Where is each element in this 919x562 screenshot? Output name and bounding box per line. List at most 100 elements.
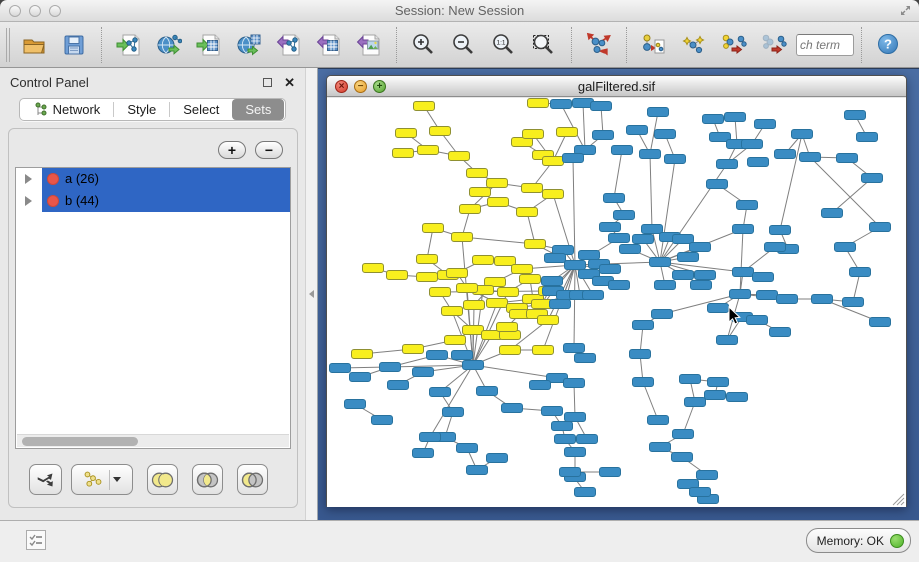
graph-node[interactable] (717, 160, 738, 169)
zoom-in-button[interactable] (404, 26, 444, 64)
graph-node[interactable] (487, 299, 508, 308)
graph-node[interactable] (633, 235, 654, 244)
export-network-button[interactable] (269, 26, 309, 64)
graph-node[interactable] (430, 127, 451, 136)
graph-node[interactable] (497, 323, 518, 332)
graph-node[interactable] (665, 155, 686, 164)
tab-network[interactable]: Network (21, 99, 114, 120)
graph-node[interactable] (502, 404, 523, 413)
graph-node[interactable] (418, 146, 439, 155)
graph-node[interactable] (705, 391, 726, 400)
graph-node[interactable] (633, 321, 654, 330)
graph-node[interactable] (800, 153, 821, 162)
graph-node[interactable] (600, 265, 621, 274)
horizontal-scrollbar[interactable] (17, 434, 289, 447)
graph-node[interactable] (413, 368, 434, 377)
graph-node[interactable] (870, 318, 891, 327)
graph-node[interactable] (792, 130, 813, 139)
union-button[interactable] (147, 464, 178, 495)
graph-node[interactable] (870, 223, 891, 232)
graph-node[interactable] (464, 301, 485, 310)
graph-node[interactable] (388, 381, 409, 390)
create-set-combo-button[interactable] (71, 464, 133, 495)
graph-node[interactable] (609, 281, 630, 290)
graph-node[interactable] (730, 290, 751, 299)
graph-node[interactable] (523, 130, 544, 139)
graph-node[interactable] (380, 363, 401, 372)
graph-node[interactable] (737, 201, 758, 210)
graph-node[interactable] (747, 316, 768, 325)
graph-node[interactable] (655, 281, 676, 290)
apply-layout-button[interactable] (579, 26, 619, 64)
import-network-url-button[interactable] (149, 26, 189, 64)
graph-node[interactable] (443, 408, 464, 417)
graph-node[interactable] (430, 288, 451, 297)
graph-node[interactable] (473, 256, 494, 265)
network-frame-titlebar[interactable]: × − + galFiltered.sif (327, 76, 906, 97)
float-panel-icon[interactable] (263, 78, 272, 87)
select-first-neighbors-button[interactable] (674, 26, 714, 64)
search-input[interactable]: ch term (796, 34, 854, 56)
network-canvas[interactable] (327, 98, 906, 507)
graph-node[interactable] (551, 100, 572, 109)
intersection-button[interactable] (192, 464, 223, 495)
graph-node[interactable] (703, 115, 724, 124)
graph-node[interactable] (717, 336, 738, 345)
graph-node[interactable] (843, 298, 864, 307)
graph-node[interactable] (538, 316, 559, 325)
graph-node[interactable] (733, 268, 754, 277)
graph-node[interactable] (403, 345, 424, 354)
import-network-file-button[interactable] (109, 26, 149, 64)
help-button[interactable]: ? (869, 26, 909, 64)
zoom-out-button[interactable] (444, 26, 484, 64)
graph-node[interactable] (695, 271, 716, 280)
graph-node[interactable] (467, 169, 488, 178)
graph-node[interactable] (775, 150, 796, 159)
graph-node[interactable] (614, 211, 635, 220)
graph-node[interactable] (673, 271, 694, 280)
graph-node[interactable] (557, 128, 578, 137)
graph-node[interactable] (387, 271, 408, 280)
import-table-url-button[interactable] (229, 26, 269, 64)
graph-node[interactable] (777, 295, 798, 304)
graph-node[interactable] (742, 140, 763, 149)
graph-node[interactable] (708, 378, 729, 387)
graph-node[interactable] (733, 225, 754, 234)
graph-node[interactable] (753, 273, 774, 282)
graph-node[interactable] (845, 111, 866, 120)
graph-node[interactable] (417, 273, 438, 282)
graph-node[interactable] (457, 284, 478, 293)
graph-node[interactable] (550, 300, 571, 309)
graph-node[interactable] (528, 99, 549, 108)
graph-node[interactable] (708, 304, 729, 313)
graph-node[interactable] (517, 208, 538, 217)
graph-node[interactable] (525, 240, 546, 249)
graph-node[interactable] (612, 146, 633, 155)
disclosure-triangle-icon[interactable] (25, 174, 32, 184)
graph-node[interactable] (500, 346, 521, 355)
graph-node[interactable] (487, 454, 508, 463)
import-table-file-button[interactable] (189, 26, 229, 64)
graph-node[interactable] (591, 102, 612, 111)
graph-node[interactable] (352, 350, 373, 359)
difference-button[interactable] (237, 464, 268, 495)
export-table-button[interactable] (309, 26, 349, 64)
close-panel-icon[interactable]: ✕ (284, 76, 295, 89)
chevron-down-icon[interactable] (113, 477, 121, 482)
tab-sets[interactable]: Sets (232, 99, 284, 120)
graph-node[interactable] (445, 336, 466, 345)
graph-node[interactable] (862, 174, 883, 183)
graph-node[interactable] (542, 277, 563, 286)
graph-node[interactable] (452, 233, 473, 242)
graph-node[interactable] (757, 291, 778, 300)
graph-node[interactable] (560, 468, 581, 477)
panel-splitter[interactable] (305, 68, 318, 520)
graph-node[interactable] (414, 102, 435, 111)
graph-node[interactable] (707, 180, 728, 189)
graph-node[interactable] (463, 326, 484, 335)
memory-status-button[interactable]: Memory: OK (806, 528, 911, 553)
graph-node[interactable] (579, 251, 600, 260)
graph-node[interactable] (427, 351, 448, 360)
graph-node[interactable] (575, 354, 596, 363)
graph-node[interactable] (449, 152, 470, 161)
